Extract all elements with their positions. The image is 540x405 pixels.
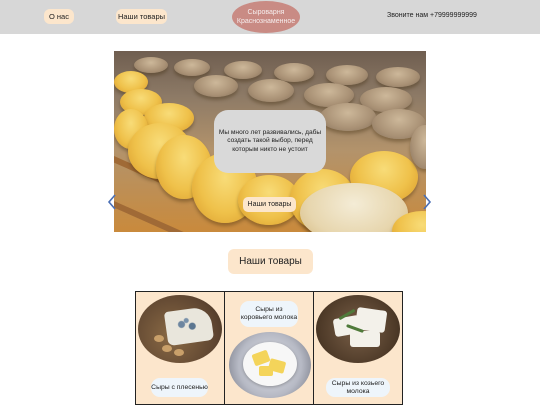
products-grid: Сыры с плесенью Сыры из коровьего молока… [135,291,403,405]
products-section-title[interactable]: Наши товары [228,249,313,274]
hero-slogan-text: Мы много лет развивались, дабы создать т… [218,128,322,153]
cheese-wheel [326,65,368,85]
blue-cheese-image [138,295,222,363]
cheese-wheel [248,79,294,102]
logo[interactable]: Сыроварня Краснознаменное [232,1,300,33]
cheese-wheel [194,75,238,97]
goat-milk-cheese-image [316,295,400,363]
nut [162,345,172,352]
cheese-block [350,331,380,347]
product-card-blue-cheese[interactable]: Сыры с плесенью [136,292,225,404]
hero-products-button[interactable]: Наши товары [243,197,296,212]
nav-products-button[interactable]: Наши товары [116,9,167,24]
chevron-left-icon[interactable] [107,194,117,210]
product-card-goat-milk[interactable]: Сыры из козьего молока [314,292,402,404]
cheese-slice [259,366,273,376]
cheese-wheel [224,61,262,79]
cheese-wedge [163,305,215,347]
cheese-slice [251,349,271,367]
cheese-wheel [174,59,210,76]
chevron-right-icon[interactable] [422,194,432,210]
nav-about-button[interactable]: О нас [44,9,74,24]
cheese-wheel [134,57,168,73]
product-card-cow-milk[interactable]: Сыры из коровьего молока [225,292,314,404]
logo-line-2: Краснознаменное [236,18,296,25]
site-header: О нас Наши товары Сыроварня Краснознамен… [0,0,540,34]
cheese-wheel [376,67,420,87]
hero-slogan: Мы много лет развивались, дабы создать т… [214,110,326,173]
plate [243,342,297,386]
cheese-wheel [320,103,376,131]
cow-milk-cheese-image [229,332,311,398]
product-label: Сыры из коровьего молока [240,301,298,327]
phone-contact: Звоните нам +79999999999 [387,12,477,19]
product-label: Сыры из козьего молока [326,378,390,397]
nut [174,349,184,356]
logo-line-1: Сыроварня [247,9,285,16]
nut [154,335,164,342]
product-label: Сыры с плесенью [151,378,208,397]
